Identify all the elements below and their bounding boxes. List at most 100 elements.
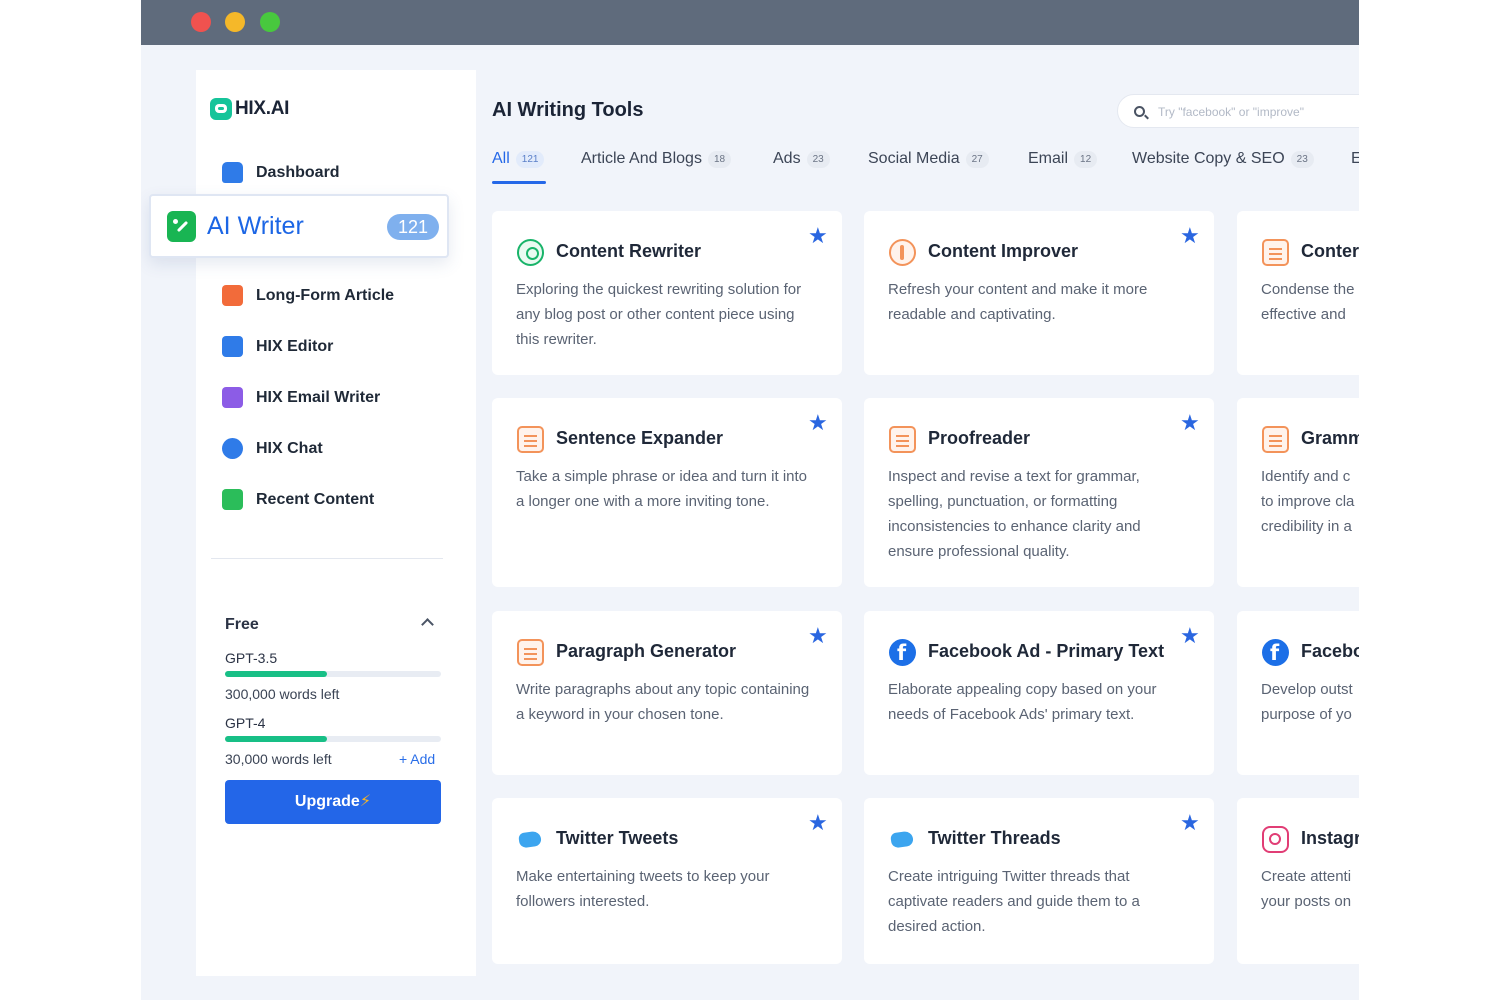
- card-title: Paragraph Generator: [556, 641, 737, 661]
- sidebar-item-label: Long-Form Article: [256, 286, 395, 304]
- home-icon: [222, 162, 243, 183]
- paragraph-icon: [517, 639, 544, 666]
- tool-card-twitter-threads[interactable]: Twitter Threads ★ Create intriguing Twit…: [864, 798, 1214, 964]
- count-badge: 121: [387, 214, 439, 240]
- tab-count: 23: [1290, 150, 1314, 168]
- card-description: Develop outst purpose of yo: [1261, 681, 1353, 723]
- tab-article-and-blogs[interactable]: Article And Blogs 18: [581, 150, 732, 168]
- tool-card-paragraph-generator[interactable]: Paragraph Generator ★ Write paragraphs a…: [492, 611, 842, 775]
- star-icon[interactable]: ★: [1180, 625, 1200, 647]
- tab-social-media[interactable]: Social Media 27: [868, 150, 989, 168]
- lightning-icon: ⚡: [359, 793, 372, 810]
- upgrade-button[interactable]: Upgrade⚡: [225, 780, 441, 824]
- close-window-button[interactable]: [191, 12, 211, 32]
- sidebar: HIX.AI Dashboard AI Writer 121 Long-Form…: [149, 70, 476, 976]
- tab-label: Article And Blogs: [581, 150, 702, 167]
- usage-bar: [225, 671, 441, 677]
- search-input[interactable]: Try "facebook" or "improve": [1158, 105, 1304, 119]
- tool-card-content-rewriter[interactable]: Content Rewriter ★ Exploring the quickes…: [492, 211, 842, 375]
- tab-email[interactable]: Email 12: [1028, 150, 1098, 168]
- card-description: Identify and c to improve cla credibilit…: [1261, 468, 1355, 535]
- card-description: Create intriguing Twitter threads that c…: [888, 868, 1140, 935]
- tab-count: 27: [965, 150, 989, 168]
- tab-label: E: [1351, 150, 1359, 167]
- sidebar-item-recent-content[interactable]: Recent Content: [222, 489, 374, 510]
- sidebar-item-label: HIX Email Writer: [256, 388, 381, 406]
- tool-card-content-improver[interactable]: Content Improver ★ Refresh your content …: [864, 211, 1214, 375]
- add-words-link[interactable]: + Add: [399, 751, 435, 767]
- tab-website-copy-seo[interactable]: Website Copy & SEO 23: [1132, 150, 1314, 168]
- tool-card-proofreader[interactable]: Proofreader ★ Inspect and revise a text …: [864, 398, 1214, 587]
- grammar-icon: [1262, 426, 1289, 453]
- card-description: Inspect and revise a text for grammar, s…: [888, 468, 1141, 560]
- search-bar[interactable]: Try "facebook" or "improve": [1117, 94, 1359, 128]
- star-icon[interactable]: ★: [1180, 412, 1200, 434]
- tab-count: 23: [806, 150, 830, 168]
- tool-card-instagram-partial[interactable]: Instagr Create attenti your posts on: [1237, 798, 1359, 964]
- hix-logo-icon: [210, 98, 232, 120]
- star-icon[interactable]: ★: [808, 812, 828, 834]
- sidebar-item-ai-writer[interactable]: AI Writer 121: [149, 194, 449, 258]
- email-writer-icon: [222, 387, 243, 408]
- tool-card-sentence-expander[interactable]: Sentence Expander ★ Take a simple phrase…: [492, 398, 842, 587]
- chevron-up-icon[interactable]: [421, 618, 434, 631]
- usage-bar: [225, 736, 441, 742]
- card-title: Content Improver: [928, 241, 1079, 261]
- rewrite-icon: [517, 239, 544, 266]
- document-edit-icon: [222, 285, 243, 306]
- brand[interactable]: HIX.AI: [210, 98, 289, 120]
- app-window: HIX.AI Dashboard AI Writer 121 Long-Form…: [141, 0, 1359, 1000]
- star-icon[interactable]: ★: [808, 412, 828, 434]
- minimize-window-button[interactable]: [225, 12, 245, 32]
- card-title: Proofreader: [928, 428, 1031, 448]
- tool-card-content-summarizer[interactable]: Conter Condense the effective and: [1237, 211, 1359, 375]
- active-tab-indicator: [492, 181, 546, 184]
- sidebar-item-hix-email-writer[interactable]: HIX Email Writer: [222, 387, 380, 408]
- sidebar-item-label: HIX Editor: [256, 337, 334, 355]
- expand-icon: [517, 426, 544, 453]
- tab-label: Website Copy & SEO: [1132, 150, 1285, 167]
- sidebar-item-label: HIX Chat: [256, 439, 323, 457]
- sidebar-item-label: Recent Content: [256, 490, 375, 508]
- tab-ads[interactable]: Ads 23: [773, 150, 830, 168]
- tool-card-facebook-ad-primary-text[interactable]: Facebook Ad - Primary Text ★ Elaborate a…: [864, 611, 1214, 775]
- sidebar-divider: [211, 558, 443, 559]
- model-name: GPT-4: [225, 715, 266, 731]
- card-title: Facebook Ad - Primary Text: [928, 641, 1165, 661]
- instagram-icon: [1262, 826, 1289, 853]
- upgrade-label: Upgrade: [294, 793, 360, 810]
- star-icon[interactable]: ★: [1180, 225, 1200, 247]
- card-description: Exploring the quickest rewriting solutio…: [516, 281, 802, 348]
- chat-icon: [222, 438, 243, 459]
- facebook-icon: [889, 639, 916, 666]
- tab-all[interactable]: All 121: [492, 150, 545, 168]
- star-icon[interactable]: ★: [808, 625, 828, 647]
- tab-count: 12: [1074, 150, 1098, 168]
- sidebar-item-hix-chat[interactable]: HIX Chat: [222, 438, 323, 459]
- tool-card-twitter-tweets[interactable]: Twitter Tweets ★ Make entertaining tweet…: [492, 798, 842, 964]
- card-description: Elaborate appealing copy based on your n…: [888, 681, 1157, 723]
- card-description: Condense the effective and: [1261, 281, 1355, 323]
- card-title: Twitter Tweets: [556, 828, 679, 848]
- card-description: Write paragraphs about any topic contain…: [516, 681, 810, 723]
- words-left: 30,000 words left: [225, 751, 332, 767]
- tool-card-facebook-partial[interactable]: Facebo Develop outst purpose of yo: [1237, 611, 1359, 775]
- sidebar-item-hix-editor[interactable]: HIX Editor: [222, 336, 333, 357]
- tool-card-grammar[interactable]: Gramm Identify and c to improve cla cred…: [1237, 398, 1359, 587]
- file-icon: [222, 489, 243, 510]
- card-title: Twitter Threads: [928, 828, 1061, 848]
- brand-name: HIX.AI: [235, 98, 290, 119]
- sidebar-item-long-form-article[interactable]: Long-Form Article: [222, 285, 394, 306]
- usage-bar-fill: [225, 736, 327, 742]
- model-name: GPT-3.5: [225, 650, 278, 666]
- card-title: Instagr: [1301, 828, 1359, 848]
- star-icon[interactable]: ★: [808, 225, 828, 247]
- maximize-window-button[interactable]: [260, 12, 280, 32]
- tab-more[interactable]: E: [1351, 150, 1359, 168]
- improve-icon: [889, 239, 916, 266]
- page-title: AI Writing Tools: [492, 99, 644, 121]
- facebook-icon: [1262, 639, 1289, 666]
- sidebar-item-dashboard[interactable]: Dashboard: [222, 162, 340, 183]
- card-title: Conter: [1301, 241, 1359, 261]
- star-icon[interactable]: ★: [1180, 812, 1200, 834]
